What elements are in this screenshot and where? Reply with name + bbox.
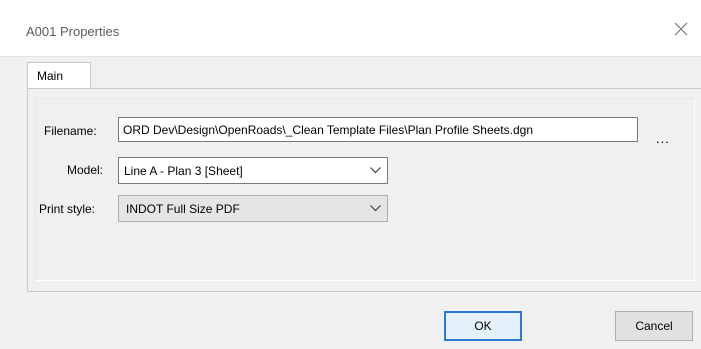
model-select[interactable]: Line A - Plan 3 [Sheet] bbox=[118, 157, 388, 184]
model-value: Line A - Plan 3 [Sheet] bbox=[124, 163, 243, 178]
print-style-value: INDOT Full Size PDF bbox=[126, 201, 240, 216]
title-bar: A001 Properties bbox=[0, 0, 701, 57]
chevron-down-icon bbox=[363, 158, 387, 183]
browse-button[interactable]: ... bbox=[656, 131, 670, 146]
window-title: A001 Properties bbox=[26, 24, 120, 39]
print-style-label: Print style: bbox=[39, 202, 96, 216]
model-label: Model: bbox=[67, 163, 104, 177]
ok-button[interactable]: OK bbox=[444, 311, 522, 341]
cancel-button[interactable]: Cancel bbox=[615, 311, 693, 341]
chevron-down-icon bbox=[363, 196, 387, 221]
filename-label: Filename: bbox=[44, 124, 97, 138]
properties-dialog: A001 Properties Main Filename: ... Model… bbox=[0, 0, 701, 349]
print-style-select[interactable]: INDOT Full Size PDF bbox=[118, 195, 388, 222]
filename-field[interactable] bbox=[118, 117, 638, 142]
close-icon bbox=[674, 22, 688, 36]
close-button[interactable] bbox=[661, 12, 701, 46]
tab-main[interactable]: Main bbox=[27, 62, 91, 88]
